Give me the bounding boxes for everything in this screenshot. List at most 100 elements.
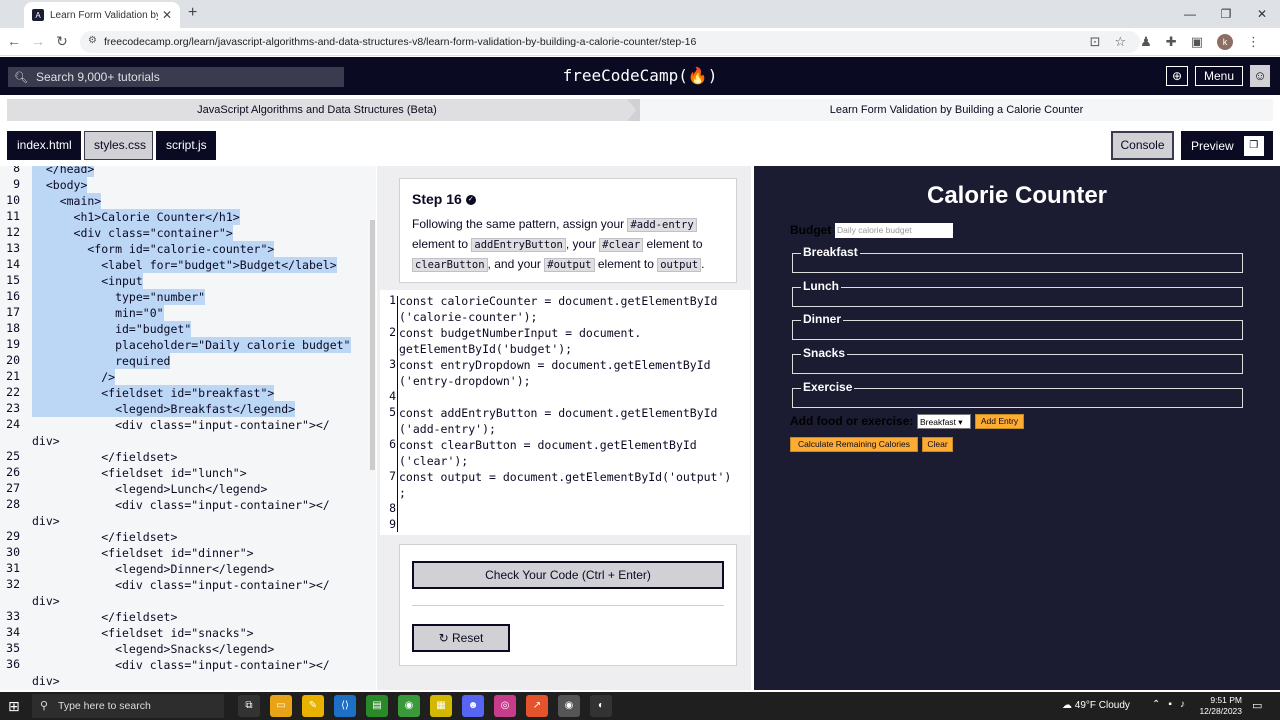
- code-line: <fieldset id="breakfast">: [32, 385, 275, 401]
- minimize-icon[interactable]: —: [1172, 0, 1208, 28]
- url-text: freecodecamp.org/learn/javascript-algori…: [104, 36, 697, 48]
- line-number: 25: [6, 449, 20, 463]
- line-number: 27: [6, 481, 20, 495]
- preview-button[interactable]: Preview ❐: [1181, 131, 1273, 160]
- chrome-icon[interactable]: ◉: [398, 695, 420, 717]
- cloud-icon: ☁: [1062, 700, 1075, 711]
- code-line: />: [32, 369, 116, 385]
- line-number: 15: [6, 273, 20, 287]
- html-code-editor[interactable]: 8 </head> 9 <body> 10 <main> 11 <h1>Calorie…: [0, 166, 376, 690]
- fieldset-legend: Exercise: [801, 379, 855, 394]
- pycharm-icon[interactable]: ▤: [366, 695, 388, 717]
- code-line: div>: [32, 434, 60, 448]
- step-title-text: Step 16: [412, 191, 462, 207]
- extension-icon[interactable]: ♟: [1140, 34, 1152, 50]
- chrome-active-icon[interactable]: ◉: [558, 695, 580, 717]
- obs-icon[interactable]: ◐: [590, 695, 612, 717]
- clear-button[interactable]: Clear: [922, 437, 953, 452]
- app-icon[interactable]: ✎: [302, 695, 324, 717]
- notifications-icon[interactable]: ▭: [1252, 699, 1262, 712]
- taskbar-search-text: Type here to search: [58, 700, 151, 712]
- language-globe-icon[interactable]: ⊕: [1166, 66, 1188, 86]
- browser-tab[interactable]: A Learn Form Validation by Build ✕: [24, 2, 180, 28]
- add-food-label: Add food or exercise:: [790, 414, 914, 428]
- text-cursor: [397, 296, 398, 532]
- code-line: getElementById('budget');: [399, 342, 573, 356]
- puzzle-icon[interactable]: ✚: [1166, 34, 1177, 50]
- volume-icon[interactable]: ♪: [1180, 699, 1185, 710]
- new-tab-button[interactable]: +: [188, 4, 197, 22]
- code-line: const entryDropdown = document.getElemen…: [399, 358, 711, 372]
- code-line: <div class="input-container"></: [32, 658, 330, 672]
- code-line: const clearButton = document.getElementB…: [399, 438, 697, 452]
- clock-date: 12/28/2023: [1199, 706, 1242, 716]
- inline-code: #output: [544, 258, 595, 272]
- tab-script-js[interactable]: script.js: [156, 131, 216, 160]
- kebab-menu-icon[interactable]: ⋮: [1247, 34, 1260, 50]
- line-number: 13: [6, 241, 20, 255]
- sidepanel-icon[interactable]: ▣: [1191, 34, 1203, 50]
- fieldset-legend: Lunch: [801, 278, 841, 293]
- taskbar-search[interactable]: ⚲ Type here to search: [32, 694, 224, 718]
- instagram-icon[interactable]: ◎: [494, 695, 516, 717]
- line-number: 22: [6, 385, 20, 399]
- vscode-icon[interactable]: ⟨⟩: [334, 695, 356, 717]
- code-line: <fieldset id="lunch">: [32, 466, 247, 480]
- notes-icon[interactable]: ▦: [430, 695, 452, 717]
- bookmark-star-icon[interactable]: ☆: [1114, 34, 1126, 50]
- add-entry-button[interactable]: Add Entry: [975, 414, 1024, 429]
- menu-button[interactable]: Menu: [1195, 66, 1243, 86]
- clock[interactable]: 9:51 PM 12/28/2023: [1198, 695, 1242, 717]
- line-number: 29: [6, 529, 20, 543]
- js-code-editor[interactable]: 1 const calorieCounter = document.getElem…: [380, 290, 750, 535]
- site-info-icon[interactable]: ⚙: [88, 35, 97, 46]
- discord-icon[interactable]: ☻: [462, 695, 484, 717]
- task-view-icon[interactable]: ⧉: [238, 695, 260, 717]
- close-window-icon[interactable]: ✕: [1244, 0, 1280, 28]
- user-avatar-icon[interactable]: ☺: [1250, 65, 1270, 87]
- close-tab-icon[interactable]: ✕: [162, 8, 172, 22]
- line-number: 36: [6, 657, 20, 671]
- code-line: id="budget": [32, 321, 192, 337]
- entry-dropdown[interactable]: Breakfast ▾: [917, 414, 971, 429]
- budget-input[interactable]: Daily calorie budget: [835, 223, 953, 238]
- fcc-favicon-icon: A: [32, 9, 44, 21]
- search-icon: ⚲: [40, 700, 49, 712]
- profile-avatar[interactable]: k: [1217, 34, 1233, 50]
- back-icon[interactable]: ←: [4, 33, 24, 49]
- reset-button[interactable]: ↻ Reset: [412, 624, 510, 652]
- check-code-button[interactable]: Check Your Code (Ctrl + Enter): [412, 561, 724, 589]
- tab-styles-css[interactable]: styles.css: [84, 131, 153, 160]
- line-number: 8: [13, 166, 20, 175]
- forward-icon[interactable]: →: [28, 33, 48, 49]
- line-number: 20: [6, 353, 20, 367]
- file-explorer-icon[interactable]: ▭: [270, 695, 292, 717]
- code-line: <legend>Dinner</legend>: [32, 562, 275, 576]
- search-placeholder: Search 9,000+ tutorials: [35, 70, 160, 84]
- breadcrumb-block[interactable]: Learn Form Validation by Building a Calo…: [640, 99, 1273, 121]
- postman-icon[interactable]: ↗: [526, 695, 548, 717]
- address-bar[interactable]: ⚙ freecodecamp.org/learn/javascript-algo…: [80, 31, 1140, 53]
- line-number: 1: [389, 293, 396, 307]
- install-icon[interactable]: ⊡: [1090, 34, 1101, 50]
- popout-icon[interactable]: ❐: [1243, 135, 1264, 156]
- calculate-button[interactable]: Calculate Remaining Calories: [790, 437, 918, 452]
- line-number: 24: [6, 417, 20, 431]
- weather-widget[interactable]: ☁ 49°F Cloudy: [1062, 700, 1130, 711]
- code-line: </fieldset>: [32, 610, 178, 624]
- console-button[interactable]: Console: [1111, 131, 1174, 160]
- editor-scrollbar[interactable]: [370, 220, 375, 470]
- network-icon[interactable]: ▪: [1168, 699, 1172, 710]
- code-line: ;: [399, 486, 406, 500]
- weather-text: 49°F Cloudy: [1074, 700, 1130, 711]
- step-description: Following the same pattern, assign your …: [412, 215, 724, 275]
- chevron-up-icon[interactable]: ⌃: [1152, 699, 1160, 710]
- restore-icon[interactable]: ❐: [1208, 0, 1244, 28]
- windows-start-icon[interactable]: ⊞: [8, 698, 20, 715]
- tab-index-html[interactable]: index.html: [7, 131, 81, 160]
- line-number: 31: [6, 561, 20, 575]
- reload-icon[interactable]: ↻: [52, 33, 72, 50]
- search-input[interactable]: 🔍︎ Search 9,000+ tutorials: [8, 67, 344, 87]
- breadcrumb-superblock[interactable]: JavaScript Algorithms and Data Structure…: [7, 99, 627, 121]
- step-title: Step 16 ✓: [412, 191, 724, 207]
